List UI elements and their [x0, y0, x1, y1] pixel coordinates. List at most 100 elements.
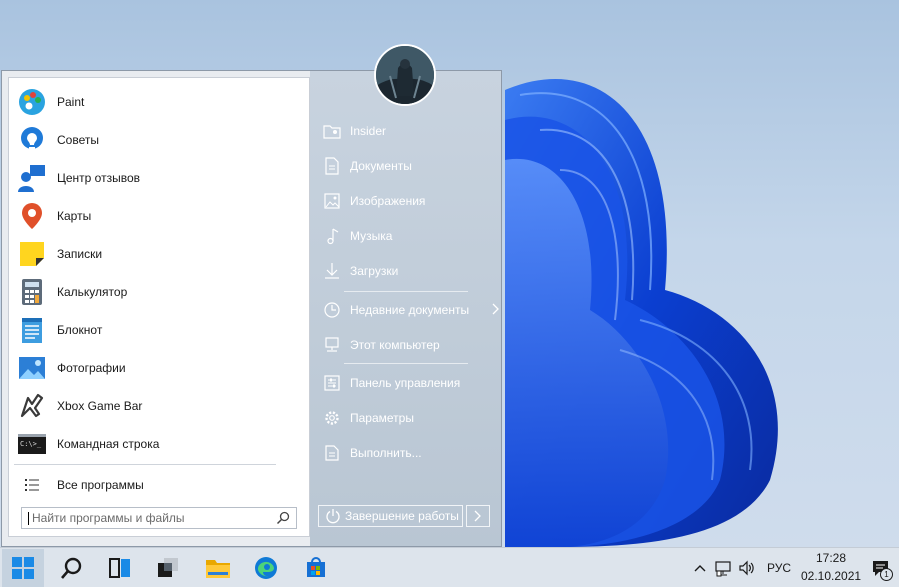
app-label: Записки [57, 247, 103, 261]
app-item-command-prompt[interactable]: C:\>_ Командная строка [13, 426, 305, 462]
computer-icon [322, 335, 342, 355]
start-menu: Paint Советы Центр отзывов Карты Записки… [1, 70, 502, 547]
place-user-folder[interactable]: Insider [322, 117, 492, 145]
place-recent-documents[interactable]: Недавние документы [322, 296, 499, 324]
place-label: Загрузки [350, 264, 399, 278]
place-label: Панель управления [350, 376, 461, 390]
app-label: Блокнот [57, 323, 103, 337]
app-item-sticky-notes[interactable]: Записки [13, 236, 305, 272]
start-button[interactable] [2, 549, 44, 587]
place-control-panel[interactable]: Панель управления [322, 369, 492, 397]
file-explorer-button[interactable] [200, 550, 236, 586]
xbox-game-bar-icon [17, 391, 47, 421]
search-icon [60, 556, 84, 580]
pictures-icon [322, 191, 342, 211]
store-icon [304, 556, 328, 580]
task-view-icon [108, 556, 132, 580]
feedback-hub-icon [17, 163, 47, 193]
places-pane: Insider Документы Изображения Музыка Заг… [310, 71, 501, 546]
place-settings[interactable]: Параметры [322, 404, 492, 432]
app-item-paint[interactable]: Paint [13, 84, 305, 120]
search-input[interactable]: Найти программы и файлы [21, 507, 297, 529]
network-button[interactable] [713, 558, 733, 578]
photos-icon [17, 353, 47, 383]
shutdown-options-button[interactable] [466, 505, 490, 527]
maps-icon [17, 201, 47, 231]
app-label: Карты [57, 209, 92, 223]
app-item-photos[interactable]: Фотографии [13, 350, 305, 386]
app-label: Советы [57, 133, 99, 147]
place-label: Insider [350, 124, 387, 138]
place-label: Недавние документы [350, 303, 470, 317]
all-programs-label: Все программы [57, 478, 144, 492]
app-label: Командная строка [57, 437, 160, 451]
place-label: Музыка [350, 229, 393, 243]
place-label: Выполнить... [350, 446, 422, 460]
notification-center-button[interactable]: 1 [869, 557, 893, 581]
programs-pane: Paint Советы Центр отзывов Карты Записки… [8, 77, 310, 537]
place-documents[interactable]: Документы [322, 152, 492, 180]
volume-button[interactable] [737, 558, 757, 578]
all-programs-button[interactable]: Все программы [13, 472, 305, 498]
place-music[interactable]: Музыка [322, 222, 492, 250]
edge-button[interactable] [248, 550, 284, 586]
documents-icon [322, 156, 342, 176]
chevron-right-icon [474, 510, 482, 522]
windows-logo-icon [12, 557, 34, 579]
clock-date[interactable]: 02.10.2021 [801, 569, 861, 583]
shutdown-button[interactable]: Завершение работы [318, 505, 463, 527]
place-label: Параметры [350, 411, 414, 425]
widgets-icon [156, 556, 180, 580]
calculator-icon [17, 277, 47, 307]
app-label: Центр отзывов [57, 171, 141, 185]
show-hidden-icons-button[interactable] [690, 558, 710, 578]
app-item-xbox-game-bar[interactable]: Xbox Game Bar [13, 388, 305, 424]
app-label: Калькулятор [57, 285, 128, 299]
task-view-button[interactable] [102, 550, 138, 586]
text-caret [28, 511, 29, 525]
chevron-up-icon [694, 564, 706, 572]
input-language-indicator[interactable]: РУС [767, 561, 791, 575]
taskbar-search-button[interactable] [54, 550, 90, 586]
file-explorer-icon [205, 556, 231, 580]
power-icon [325, 508, 341, 524]
app-item-calculator[interactable]: Калькулятор [13, 274, 305, 310]
place-pictures[interactable]: Изображения [322, 187, 492, 215]
place-label: Документы [350, 159, 412, 173]
edge-icon [254, 556, 278, 580]
magnifier-icon[interactable] [276, 511, 290, 528]
taskbar: РУС 17:28 02.10.2021 1 [0, 547, 899, 587]
run-icon [322, 443, 342, 463]
widgets-button[interactable] [150, 550, 186, 586]
store-button[interactable] [298, 550, 334, 586]
tips-icon [17, 125, 47, 155]
sticky-notes-icon [17, 239, 47, 269]
list-icon [17, 470, 47, 500]
divider [14, 464, 276, 465]
chevron-right-icon [492, 303, 500, 318]
network-icon [714, 559, 732, 577]
user-folder-icon [322, 121, 342, 141]
place-downloads[interactable]: Загрузки [322, 257, 492, 285]
app-item-maps[interactable]: Карты [13, 198, 305, 234]
divider [344, 291, 468, 292]
paint-icon [17, 87, 47, 117]
notepad-icon [17, 315, 47, 345]
notification-count-badge: 1 [880, 568, 893, 581]
user-avatar[interactable] [374, 44, 436, 106]
place-run[interactable]: Выполнить... [322, 439, 492, 467]
place-this-computer[interactable]: Этот компьютер [322, 331, 492, 359]
app-item-feedback-hub[interactable]: Центр отзывов [13, 160, 305, 196]
app-label: Фотографии [57, 361, 126, 375]
app-label: Paint [57, 95, 85, 109]
app-item-notepad[interactable]: Блокнот [13, 312, 305, 348]
notification-icon: 1 [871, 559, 893, 581]
search-placeholder: Найти программы и файлы [32, 511, 185, 525]
music-icon [322, 226, 342, 246]
speaker-icon [738, 559, 756, 577]
app-label: Xbox Game Bar [57, 399, 143, 413]
settings-icon [322, 408, 342, 428]
clock-time[interactable]: 17:28 [816, 551, 846, 565]
place-label: Этот компьютер [350, 338, 440, 352]
app-item-tips[interactable]: Советы [13, 122, 305, 158]
